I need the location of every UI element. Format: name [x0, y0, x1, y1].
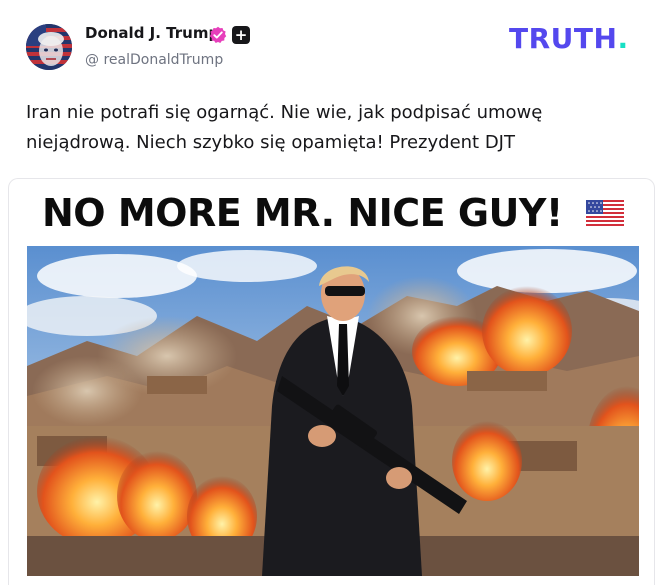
follow-plus-button[interactable]: + — [232, 26, 250, 44]
avatar[interactable] — [26, 24, 72, 70]
truth-social-logo[interactable]: TRUTH. — [509, 22, 629, 55]
display-name[interactable]: Donald J. Trump — [85, 24, 219, 42]
us-flag-icon — [586, 200, 624, 226]
logo-dot: . — [617, 22, 629, 55]
author-handle[interactable]: @ realDonaldTrump — [85, 52, 223, 68]
post-text: Iran nie potrafi się ogarnąć. Nie wie, j… — [26, 102, 543, 153]
post-card: Donald J. Trump + @ realDonaldTrump TRUT… — [0, 0, 661, 585]
image-headline: NO MORE MR. NICE GUY! — [42, 191, 563, 235]
logo-text: TRUTH — [509, 22, 618, 55]
verified-badge-icon — [209, 26, 227, 44]
post-header: Donald J. Trump + @ realDonaldTrump TRUT… — [0, 0, 661, 85]
post-photo[interactable] — [27, 246, 639, 576]
